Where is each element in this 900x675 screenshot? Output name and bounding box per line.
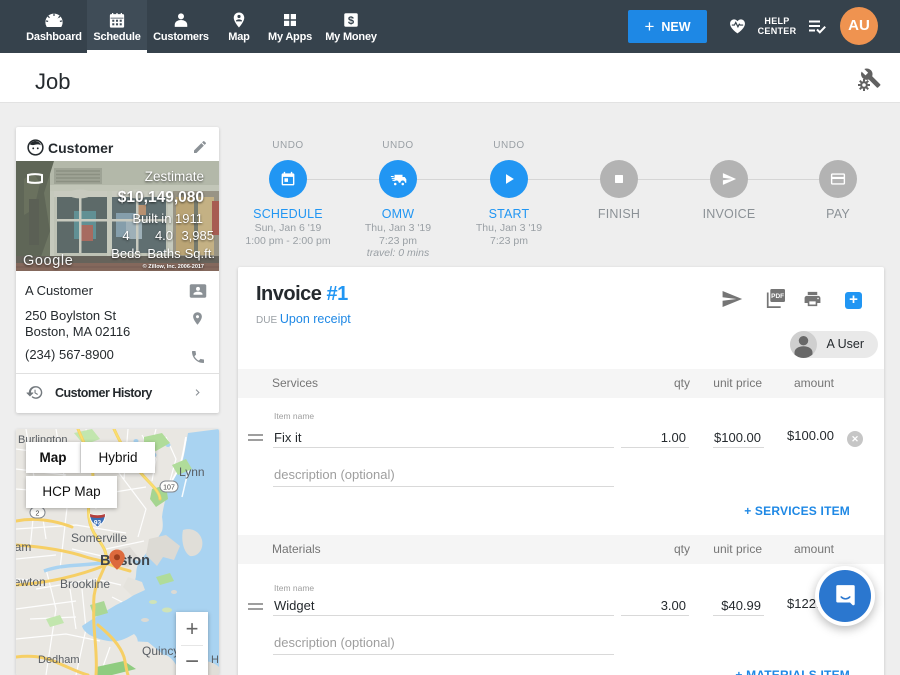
svg-text:Brookline: Brookline [60,577,110,591]
svg-text:93: 93 [94,520,102,527]
svg-text:107: 107 [163,485,175,492]
svg-text:Lynn: Lynn [179,465,205,479]
svg-text:$: $ [348,15,355,27]
svg-text:Newton: Newton [16,575,46,589]
svg-text:Hingham: Hingham [211,654,219,666]
svg-text:2: 2 [36,511,40,518]
svg-text:Somerville: Somerville [71,531,127,545]
svg-text:Boston: Boston [100,553,150,569]
svg-text:Quincy: Quincy [142,644,179,658]
svg-text:PDF: PDF [771,293,784,300]
svg-text:ham: ham [16,540,31,554]
svg-text:Dedham: Dedham [38,654,80,666]
